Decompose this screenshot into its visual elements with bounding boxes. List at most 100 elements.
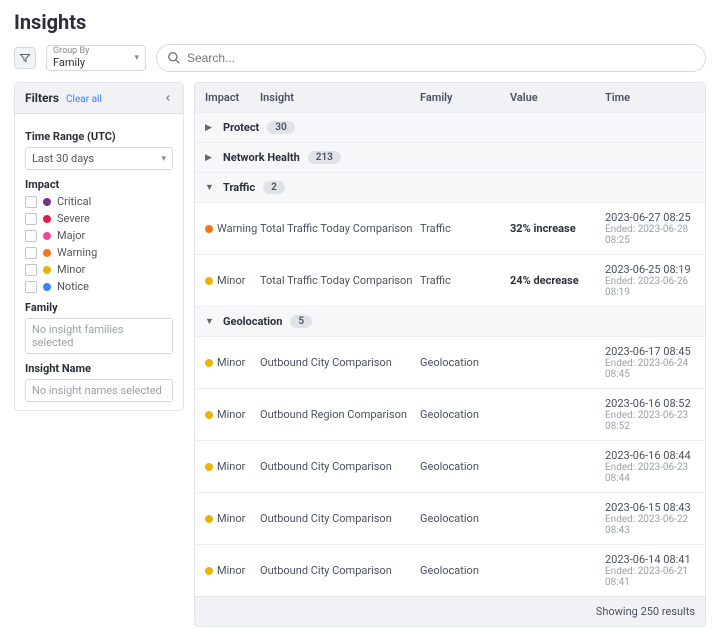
row-family: Geolocation xyxy=(420,512,510,525)
impact-dot-icon xyxy=(43,232,51,240)
group-header[interactable]: ▶Protect30 xyxy=(195,112,705,142)
impact-checkbox-minor[interactable]: Minor xyxy=(25,263,173,276)
impact-dot-icon xyxy=(205,567,213,575)
row-value: 24% decrease xyxy=(510,274,605,287)
row-family: Traffic xyxy=(420,222,510,235)
impact-dot-icon xyxy=(43,198,51,206)
impact-dot-icon xyxy=(43,215,51,223)
group-name: Network Health xyxy=(223,151,300,164)
row-insight: Outbound City Comparison xyxy=(260,460,420,473)
table-row[interactable]: Minor Outbound Region ComparisonGeolocati… xyxy=(195,388,705,440)
impact-checkbox-label: Major xyxy=(57,229,85,242)
family-select[interactable]: No insight families selected xyxy=(25,318,173,354)
row-impact: Minor xyxy=(217,564,245,577)
row-time-start: 2023-06-16 08:44 xyxy=(605,449,695,462)
group-name: Geolocation xyxy=(223,315,282,328)
impact-checkbox-label: Critical xyxy=(57,195,91,208)
group-count-badge: 213 xyxy=(308,151,341,164)
family-label: Family xyxy=(25,301,173,314)
checkbox-icon xyxy=(25,196,37,208)
table-row[interactable]: MinorOutbound City ComparisonGeolocation… xyxy=(195,336,705,388)
insight-name-label: Insight Name xyxy=(25,362,173,375)
table-header: Impact Insight Family Value Time xyxy=(195,83,705,112)
search-box[interactable] xyxy=(156,44,706,72)
impact-checkbox-label: Minor xyxy=(57,263,85,276)
row-insight: Outbound Region Comparison xyxy=(260,408,420,421)
clear-all-link[interactable]: Clear all xyxy=(66,94,102,105)
time-range-select[interactable]: Last 30 days ▾ xyxy=(25,147,173,170)
checkbox-icon xyxy=(25,213,37,225)
row-time-start: 2023-06-14 08:41 xyxy=(605,553,695,566)
page-title: Insights xyxy=(14,10,706,34)
group-header[interactable]: ▶ Network Health 213 xyxy=(195,142,705,172)
row-family: Geolocation xyxy=(420,356,510,369)
group-count-badge: 2 xyxy=(263,181,285,194)
chevron-right-icon: ▶ xyxy=(205,153,215,163)
row-time-end: Ended: 2023-06-28 08:25 xyxy=(605,224,695,246)
filters-panel: Filters Clear all Time Range (UTC) Last … xyxy=(14,82,184,411)
impact-checkbox-label: Severe xyxy=(57,212,90,225)
col-header-insight[interactable]: Insight xyxy=(260,91,420,104)
row-impact: Minor xyxy=(217,274,245,287)
impact-checkbox-notice[interactable]: Notice xyxy=(25,280,173,293)
chevron-down-icon: ▼ xyxy=(205,316,215,327)
row-time-end: Ended: 2023-06-23 08:44 xyxy=(605,462,695,484)
impact-dot-icon xyxy=(43,249,51,257)
chevron-right-icon: ▶ xyxy=(205,123,215,133)
impact-dot-icon xyxy=(205,277,213,285)
row-impact: Minor xyxy=(217,512,245,525)
impact-checkbox-critical[interactable]: Critical xyxy=(25,195,173,208)
chevron-down-icon: ▾ xyxy=(134,53,139,63)
col-header-impact[interactable]: Impact xyxy=(205,91,260,104)
col-header-value[interactable]: Value xyxy=(510,91,605,104)
impact-dot-icon xyxy=(43,266,51,274)
table-row[interactable]: WarningTotal Traffic Today ComparisonTra… xyxy=(195,202,705,254)
impact-dot-icon xyxy=(205,411,213,419)
checkbox-icon xyxy=(25,247,37,259)
row-family: Geolocation xyxy=(420,408,510,421)
impact-label: Impact xyxy=(25,178,173,191)
table-row[interactable]: MinorOutbound City ComparisonGeolocation… xyxy=(195,440,705,492)
row-time-end: Ended: 2023-06-21 08:41 xyxy=(605,566,695,588)
group-header[interactable]: ▼Geolocation5 xyxy=(195,306,705,336)
row-time-end: Ended: 2023-06-26 08:19 xyxy=(605,276,695,298)
time-range-value: Last 30 days xyxy=(32,152,94,165)
table-row[interactable]: MinorTotal Traffic Today ComparisonTraff… xyxy=(195,254,705,306)
filter-toggle-button[interactable] xyxy=(14,47,36,69)
collapse-filters-button[interactable] xyxy=(163,93,173,103)
checkbox-icon xyxy=(25,281,37,293)
impact-checkbox-severe[interactable]: Severe xyxy=(25,212,173,225)
chevron-down-icon: ▾ xyxy=(161,154,166,164)
checkbox-icon xyxy=(25,264,37,276)
impact-checkbox-label: Notice xyxy=(57,280,89,293)
insights-table: Impact Insight Family Value Time ▶ Protec… xyxy=(194,82,706,627)
insight-name-select[interactable]: No insight names selected xyxy=(25,379,173,402)
filters-heading: Filters xyxy=(25,91,59,105)
row-time-end: Ended: 2023-06-24 08:45 xyxy=(605,358,695,380)
time-range-label: Time Range (UTC) xyxy=(25,130,173,143)
impact-checkbox-major[interactable]: Major xyxy=(25,229,173,242)
row-impact: Minor xyxy=(217,356,245,369)
group-header[interactable]: ▼Traffic2 xyxy=(195,172,705,202)
group-name: Traffic xyxy=(223,181,255,194)
impact-checkbox-warning[interactable]: Warning xyxy=(25,246,173,259)
row-insight: Outbound City Comparison xyxy=(260,564,420,577)
impact-dot-icon xyxy=(205,359,213,367)
row-time-end: Ended: 2023-06-23 08:52 xyxy=(605,410,695,432)
row-insight: Total Traffic Today Comparison xyxy=(260,274,420,287)
impact-dot-icon xyxy=(205,225,213,233)
col-header-family[interactable]: Family xyxy=(420,91,510,104)
row-family: Geolocation xyxy=(420,460,510,473)
group-name: Protect xyxy=(223,121,259,134)
search-input[interactable] xyxy=(187,51,695,65)
search-icon xyxy=(167,51,181,65)
row-family: Geolocation xyxy=(420,564,510,577)
results-count: Showing 250 results xyxy=(195,596,705,626)
row-impact: Warning xyxy=(217,222,257,235)
col-header-time[interactable]: Time xyxy=(605,91,695,104)
impact-dot-icon xyxy=(205,515,213,523)
row-insight: Outbound City Comparison xyxy=(260,512,420,525)
row-impact: Minor xyxy=(217,408,245,421)
group-by-select[interactable]: Group By Family ▾ xyxy=(46,45,146,71)
table-row[interactable]: Minor Outbound City ComparisonGeolocation… xyxy=(195,544,705,596)
